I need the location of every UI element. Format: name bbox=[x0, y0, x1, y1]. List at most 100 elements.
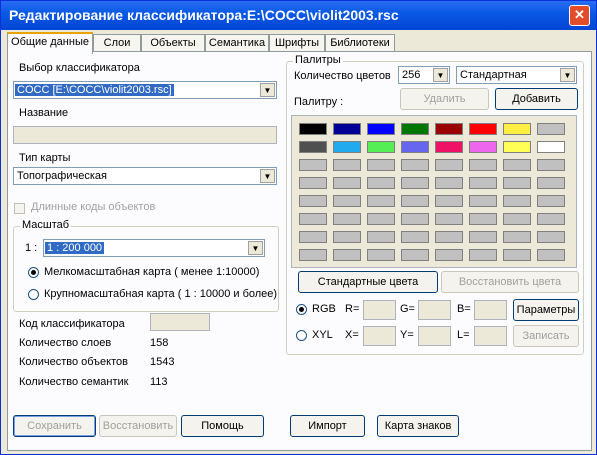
rgb-radio[interactable] bbox=[296, 304, 307, 315]
color-swatch[interactable] bbox=[435, 123, 463, 135]
chevron-down-icon[interactable]: ▼ bbox=[560, 68, 575, 82]
color-swatch[interactable] bbox=[469, 231, 497, 243]
y-field[interactable] bbox=[418, 326, 451, 346]
color-swatch[interactable] bbox=[333, 141, 361, 153]
large-scale-radio[interactable] bbox=[28, 289, 39, 300]
color-swatch[interactable] bbox=[537, 141, 565, 153]
color-swatch[interactable] bbox=[299, 213, 327, 225]
color-swatch[interactable] bbox=[503, 195, 531, 207]
color-swatch[interactable] bbox=[401, 141, 429, 153]
color-swatch[interactable] bbox=[367, 141, 395, 153]
standard-colors-button[interactable]: Стандартные цвета bbox=[298, 271, 438, 293]
chevron-down-icon[interactable]: ▼ bbox=[433, 68, 448, 82]
write-button[interactable]: Записать bbox=[513, 325, 579, 347]
xyl-radio[interactable] bbox=[296, 330, 307, 341]
color-swatch[interactable] bbox=[401, 123, 429, 135]
color-swatch[interactable] bbox=[367, 213, 395, 225]
r-field[interactable] bbox=[363, 300, 396, 320]
classifier-select[interactable]: COCC [E:\COCC\violit2003.rsc] ▼ bbox=[13, 81, 277, 99]
color-swatch[interactable] bbox=[333, 231, 361, 243]
color-swatch[interactable] bbox=[299, 177, 327, 189]
color-swatch[interactable] bbox=[435, 249, 463, 261]
color-swatch[interactable] bbox=[299, 141, 327, 153]
add-palette-button[interactable]: Добавить bbox=[495, 88, 578, 110]
color-swatch[interactable] bbox=[299, 159, 327, 171]
color-swatch[interactable] bbox=[435, 231, 463, 243]
chevron-down-icon[interactable]: ▼ bbox=[248, 241, 263, 255]
tab-layers[interactable]: Слои bbox=[93, 34, 141, 52]
color-swatch[interactable] bbox=[401, 195, 429, 207]
tab-general[interactable]: Общие данные bbox=[7, 32, 93, 54]
color-swatch[interactable] bbox=[537, 213, 565, 225]
color-swatch[interactable] bbox=[435, 195, 463, 207]
tab-semantics[interactable]: Семантика bbox=[205, 34, 269, 52]
color-swatch[interactable] bbox=[537, 231, 565, 243]
color-swatch[interactable] bbox=[401, 159, 429, 171]
small-scale-radio[interactable] bbox=[28, 267, 39, 278]
parameters-button[interactable]: Параметры bbox=[513, 299, 579, 321]
color-swatch[interactable] bbox=[367, 159, 395, 171]
color-swatch[interactable] bbox=[333, 249, 361, 261]
color-swatch[interactable] bbox=[401, 249, 429, 261]
color-swatch[interactable] bbox=[367, 195, 395, 207]
color-count-select[interactable]: 256 ▼ bbox=[398, 66, 450, 84]
g-field[interactable] bbox=[418, 300, 451, 320]
delete-palette-button[interactable]: Удалить bbox=[400, 88, 489, 110]
color-swatch[interactable] bbox=[333, 159, 361, 171]
help-button[interactable]: Помощь bbox=[181, 415, 264, 437]
tab-objects[interactable]: Объекты bbox=[141, 34, 205, 52]
color-swatch[interactable] bbox=[537, 249, 565, 261]
color-swatch[interactable] bbox=[503, 231, 531, 243]
color-swatch[interactable] bbox=[333, 213, 361, 225]
color-swatch[interactable] bbox=[333, 177, 361, 189]
color-swatch[interactable] bbox=[469, 213, 497, 225]
color-swatch[interactable] bbox=[469, 177, 497, 189]
chevron-down-icon[interactable]: ▼ bbox=[260, 83, 275, 97]
color-swatch[interactable] bbox=[469, 159, 497, 171]
chevron-down-icon[interactable]: ▼ bbox=[260, 169, 275, 183]
color-swatch[interactable] bbox=[299, 123, 327, 135]
x-field[interactable] bbox=[363, 326, 396, 346]
color-swatch[interactable] bbox=[401, 213, 429, 225]
scale-select[interactable]: 1 : 200 000 ▼ bbox=[43, 239, 265, 257]
color-swatch[interactable] bbox=[401, 231, 429, 243]
color-swatch[interactable] bbox=[435, 213, 463, 225]
color-swatch[interactable] bbox=[503, 159, 531, 171]
color-swatch[interactable] bbox=[333, 123, 361, 135]
color-swatch[interactable] bbox=[367, 249, 395, 261]
restore-button[interactable]: Восстановить bbox=[99, 415, 177, 437]
color-swatch[interactable] bbox=[503, 177, 531, 189]
tab-libraries[interactable]: Библиотеки bbox=[325, 34, 395, 52]
l-field[interactable] bbox=[474, 326, 507, 346]
long-codes-checkbox[interactable] bbox=[14, 203, 25, 214]
color-swatch[interactable] bbox=[435, 141, 463, 153]
color-swatch[interactable] bbox=[503, 141, 531, 153]
b-field[interactable] bbox=[474, 300, 507, 320]
restore-colors-button[interactable]: Восстановить цвета bbox=[441, 271, 579, 293]
color-swatch[interactable] bbox=[367, 123, 395, 135]
title-bar[interactable]: Редактирование классификатора:E:\COCC\vi… bbox=[1, 1, 596, 30]
color-swatch[interactable] bbox=[367, 177, 395, 189]
color-swatch[interactable] bbox=[537, 195, 565, 207]
color-swatch[interactable] bbox=[299, 195, 327, 207]
signs-map-button[interactable]: Карта знаков bbox=[377, 415, 459, 437]
color-swatch[interactable] bbox=[401, 177, 429, 189]
color-swatch[interactable] bbox=[299, 231, 327, 243]
color-swatch[interactable] bbox=[435, 159, 463, 171]
tab-fonts[interactable]: Шрифты bbox=[269, 34, 325, 52]
color-swatch[interactable] bbox=[469, 141, 497, 153]
color-swatch[interactable] bbox=[469, 249, 497, 261]
color-swatch[interactable] bbox=[537, 123, 565, 135]
color-swatch[interactable] bbox=[503, 123, 531, 135]
save-button[interactable]: Сохранить bbox=[13, 415, 96, 437]
color-swatch[interactable] bbox=[469, 195, 497, 207]
close-button[interactable]: ✕ bbox=[569, 5, 590, 26]
color-swatch[interactable] bbox=[537, 159, 565, 171]
color-swatch[interactable] bbox=[469, 123, 497, 135]
color-swatch[interactable] bbox=[435, 177, 463, 189]
color-swatch[interactable] bbox=[299, 249, 327, 261]
color-swatch[interactable] bbox=[537, 177, 565, 189]
import-button[interactable]: Импорт bbox=[290, 415, 365, 437]
color-swatch[interactable] bbox=[367, 231, 395, 243]
palette-select[interactable]: Стандартная ▼ bbox=[456, 66, 577, 84]
